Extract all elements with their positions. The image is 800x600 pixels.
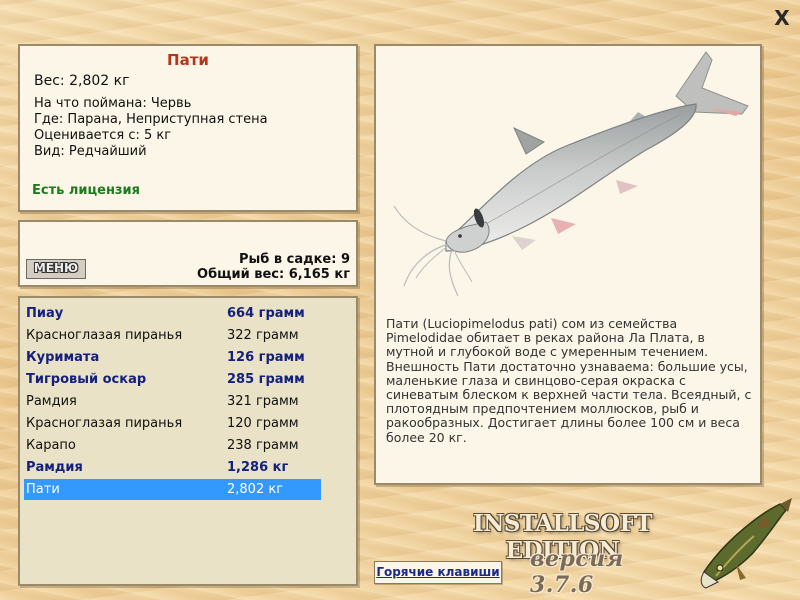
fish-weight: Вес: 2,802 кг	[34, 73, 130, 89]
list-item[interactable]: Красноглазая пиранья 120 грамм	[24, 413, 321, 434]
fish-bait: На что поймана: Червь	[34, 96, 192, 111]
list-item[interactable]: Рамдия 1,286 кг	[24, 457, 321, 478]
fish-rarity: Вид: Редчайший	[34, 144, 147, 159]
menu-button[interactable]: МЕНЮ	[26, 259, 86, 279]
list-item-weight: 120 грамм	[227, 416, 299, 431]
pike-logo-icon	[700, 498, 792, 589]
fish-title: Пати	[167, 51, 209, 69]
list-item-weight: 321 грамм	[227, 394, 299, 409]
list-item-weight: 285 грамм	[227, 372, 305, 387]
fish-image	[393, 51, 749, 297]
list-item-name: Пати	[26, 482, 60, 497]
list-item-name: Рамдия	[26, 394, 77, 409]
list-item[interactable]: Пиау 664 грамм	[24, 303, 321, 324]
list-item[interactable]: Карапо 238 грамм	[24, 435, 321, 456]
cage-fish-count: Рыб в садке: 9	[238, 252, 350, 267]
list-item-weight: 1,286 кг	[227, 460, 289, 475]
hotkeys-button[interactable]: Горячие клавиши	[374, 561, 502, 584]
list-item[interactable]: Красноглазая пиранья 322 грамм	[24, 325, 321, 346]
fish-description-text: Пати (Luciopimelodus pati) сом из семейс…	[386, 316, 752, 445]
fish-location: Где: Парана, Неприступная стена	[34, 112, 268, 127]
list-item-name: Куримата	[26, 350, 100, 365]
brand-version-text: версия 3.7.6	[530, 546, 624, 598]
list-item[interactable]: Рамдия 321 грамм	[24, 391, 321, 412]
fish-info-panel: Пати Вес: 2,802 кг На что поймана: Червь…	[18, 44, 358, 212]
list-item-weight: 664 грамм	[227, 306, 305, 321]
list-item-name: Карапо	[26, 438, 76, 453]
list-item[interactable]: Куримата 126 грамм	[24, 347, 321, 368]
close-button[interactable]: X	[771, 7, 793, 29]
license-status: Есть лицензия	[32, 183, 140, 198]
list-item-weight: 2,802 кг	[227, 482, 284, 497]
list-item-name: Красноглазая пиранья	[26, 416, 183, 431]
list-item-selected[interactable]: Пати 2,802 кг	[24, 479, 321, 500]
list-item-weight: 238 грамм	[227, 438, 299, 453]
list-item[interactable]: Тигровый оскар 285 грамм	[24, 369, 321, 390]
list-item-name: Пиау	[26, 306, 64, 321]
cage-summary-panel: МЕНЮ Рыб в садке: 9 Общий вес: 6,165 кг	[18, 220, 358, 287]
list-item-weight: 126 грамм	[227, 350, 305, 365]
list-item-name: Красноглазая пиранья	[26, 328, 183, 343]
list-item-name: Тигровый оскар	[26, 372, 147, 387]
catch-list: Пиау 664 грамм Красноглазая пиранья 322 …	[18, 296, 358, 586]
fish-rated-from: Оценивается с: 5 кг	[34, 128, 172, 143]
fish-description-panel: Пати (Luciopimelodus pati) сом из семейс…	[374, 44, 762, 485]
list-item-weight: 322 грамм	[227, 328, 299, 343]
cage-total-weight: Общий вес: 6,165 кг	[197, 267, 350, 282]
list-item-name: Рамдия	[26, 460, 83, 475]
